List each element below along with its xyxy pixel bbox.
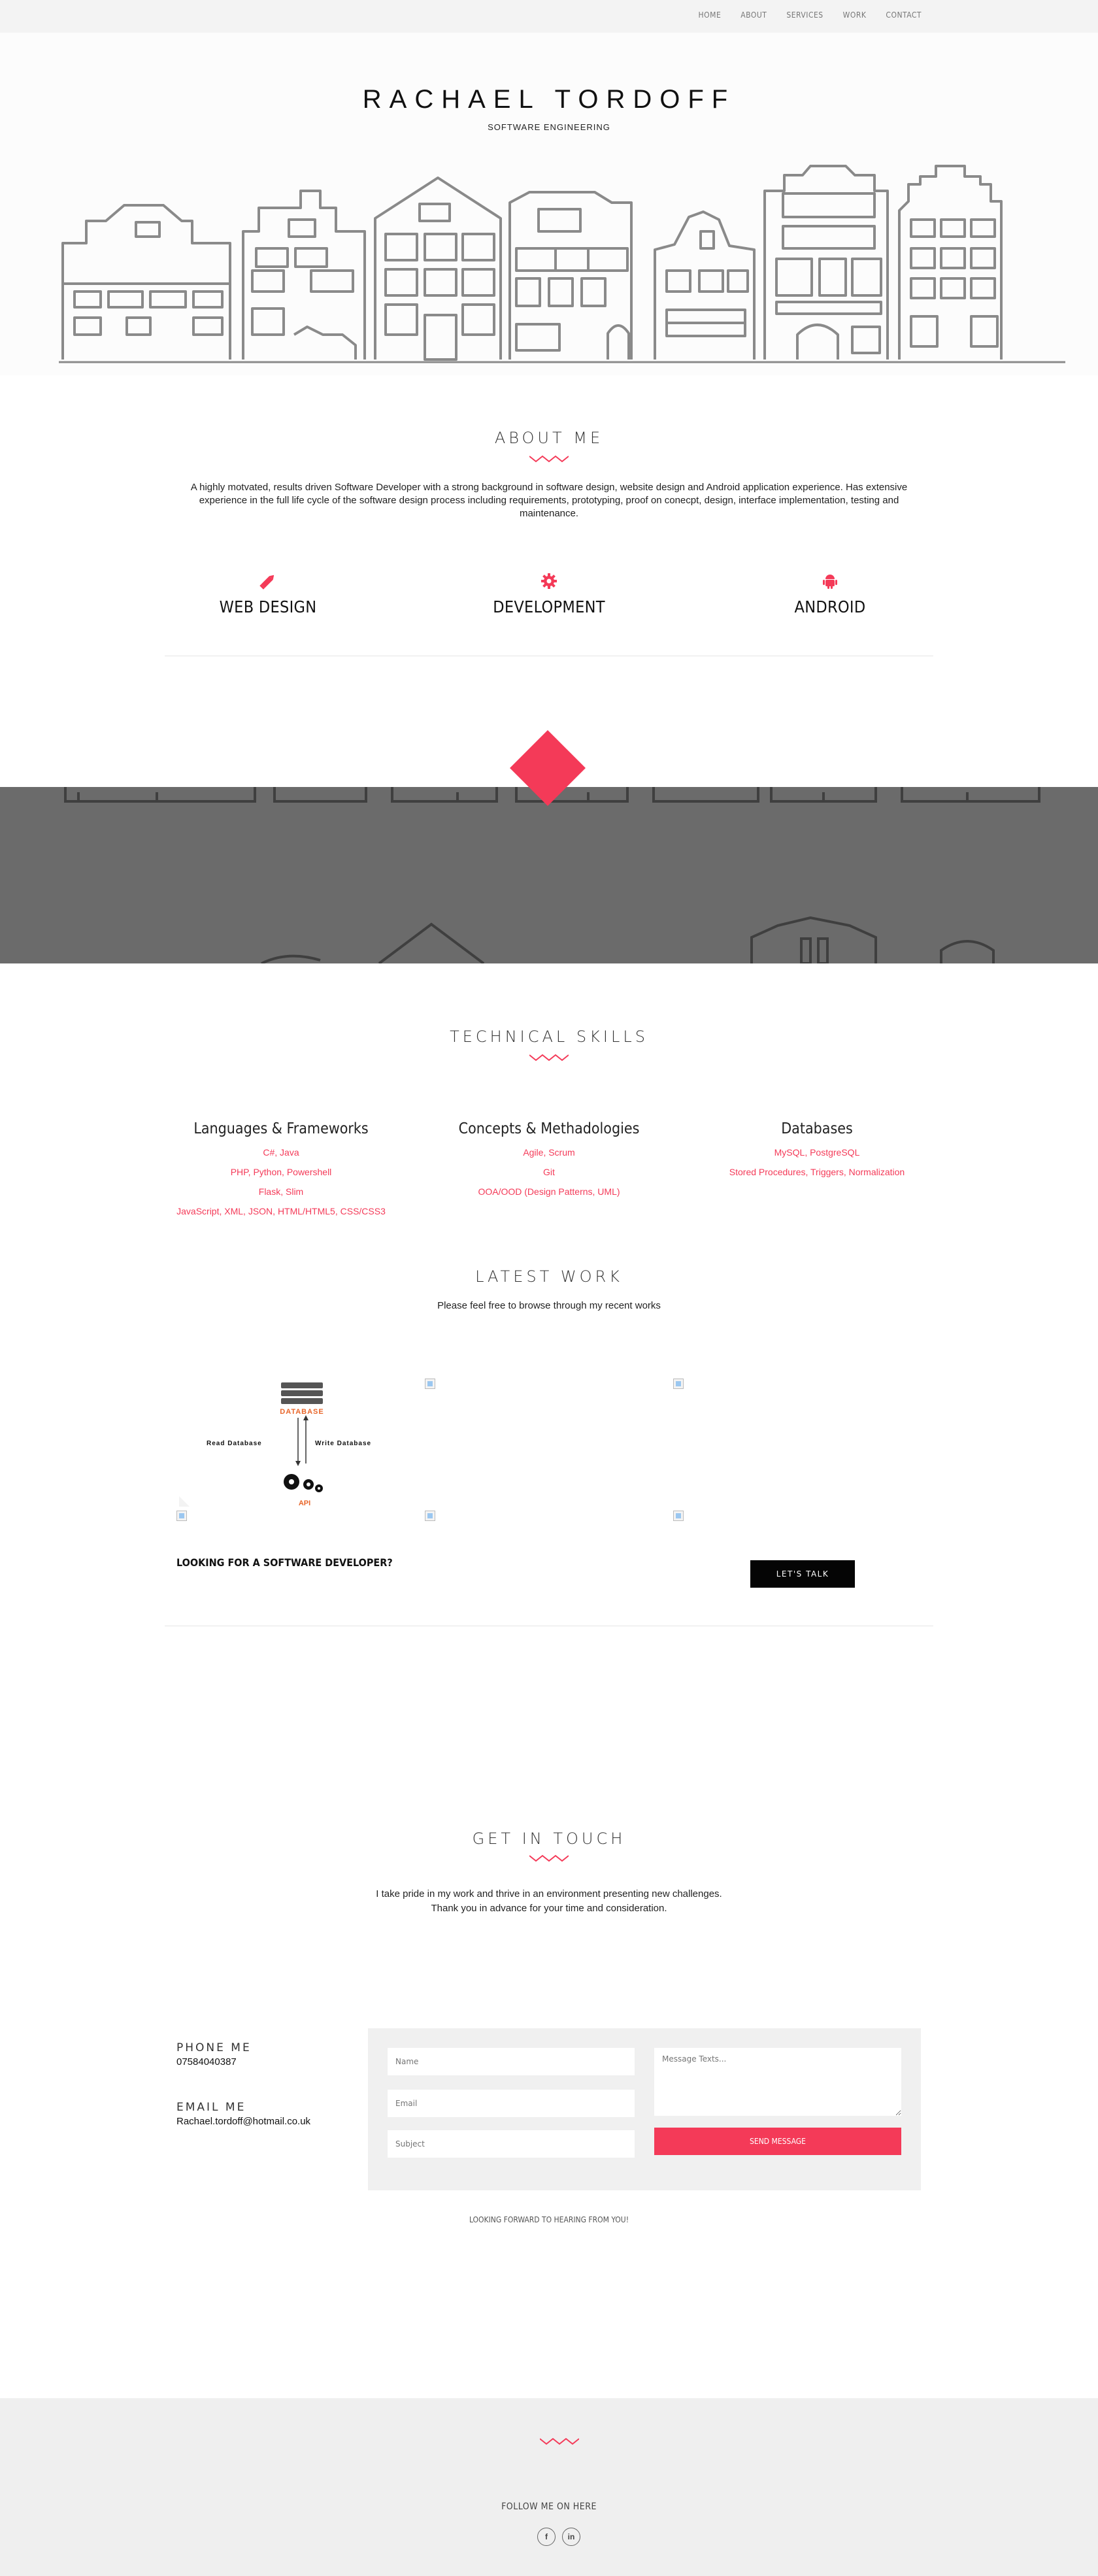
nav-contact[interactable]: CONTACT [886,10,922,20]
portfolio-item-4[interactable] [176,1511,187,1521]
contact-intro-line: Thank you in advance for your time and c… [431,1903,667,1914]
zigzag-divider-icon [540,2437,579,2445]
phone-title: PHONE ME [176,2041,252,2054]
skill-item: Stored Procedures, Triggers, Normalizati… [729,1167,905,1177]
portfolio-item-2[interactable] [425,1379,435,1389]
gear-icon [444,571,654,591]
portfolio-item-6[interactable] [673,1511,684,1521]
parallax-band [0,787,1098,963]
nav-about[interactable]: ABOUT [740,10,767,20]
social-links: f in [537,2528,580,2546]
service-label: ANDROID [794,597,866,616]
skill-col-databases: Databases MySQL, PostgreSQL Stored Proce… [699,1120,935,1221]
contact-heading: GET IN TOUCH [472,1830,626,1848]
linkedin-icon[interactable]: in [562,2528,580,2546]
service-label: WEB DESIGN [219,597,317,616]
contact-section: GET IN TOUCH I take pride in my work and… [0,1830,1098,2398]
email-block: EMAIL ME Rachael.tordoff@hotmail.co.uk [176,2101,310,2127]
skill-item: Git [543,1167,555,1177]
skill-item: JavaScript, XML, JSON, HTML/HTML5, CSS/C… [176,1206,386,1216]
skill-item: MySQL, PostgreSQL [774,1147,860,1158]
service-android: ANDROID [725,571,935,616]
skill-item: OOA/OOD (Design Patterns, UML) [478,1186,620,1197]
phone-number[interactable]: 07584040387 [176,2056,252,2067]
zigzag-divider-icon [529,1854,569,1862]
portfolio-item-3[interactable] [673,1379,684,1389]
nav-work[interactable]: WORK [843,10,867,20]
contact-form: SEND MESSAGE [368,2028,921,2190]
pencil-icon [163,571,373,591]
message-field[interactable] [654,2048,901,2116]
name-field[interactable] [388,2048,635,2075]
about-text: A highly motvated, results driven Softwa… [190,482,908,519]
portfolio-item-5[interactable] [425,1511,435,1521]
zigzag-divider-icon [529,455,569,463]
email-field[interactable] [388,2090,635,2117]
skill-col-title: Concepts & Methadologies [458,1120,640,1137]
skill-col-concepts: Concepts & Methadologies Agile, Scrum Gi… [431,1120,667,1221]
about-heading: ABOUT ME [494,429,604,447]
lets-talk-button[interactable]: LET'S TALK [750,1560,855,1588]
diagram-label-write: Write Database [315,1440,371,1447]
about-section: ABOUT ME A highly motvated, results driv… [0,375,1098,806]
skill-item: C#, Java [263,1147,299,1158]
skill-col-title: Languages & Frameworks [193,1120,369,1137]
skills-section: TECHNICAL SKILLS Languages & Frameworks … [0,963,1098,1267]
looking-forward-text: LOOKING FORWARD TO HEARING FROM YOU! [469,2215,629,2224]
hire-prompt: LOOKING FOR A SOFTWARE DEVELOPER? [176,1556,393,1569]
service-label: DEVELOPMENT [493,597,605,616]
diagram-label-api: API [299,1499,310,1507]
email-title: EMAIL ME [176,2101,246,2114]
skill-item: Flask, Slim [258,1186,304,1197]
facebook-icon[interactable]: f [537,2528,556,2546]
android-icon [725,571,935,591]
skill-item: Agile, Scrum [523,1147,575,1158]
skill-col-languages: Languages & Frameworks C#, Java PHP, Pyt… [163,1120,399,1221]
services-row: WEB DESIGN DEVELOPMENT ANDROID [163,571,935,616]
work-subtitle: Please feel free to browse through my re… [437,1300,661,1311]
site-subtitle: SOFTWARE ENGINEERING [488,122,610,132]
follow-text: FOLLOW ME ON HERE [501,2501,597,2512]
subject-field[interactable] [388,2130,635,2158]
skill-col-title: Databases [781,1120,853,1137]
diagram-label-read: Read Database [207,1440,262,1447]
service-web-design: WEB DESIGN [163,571,373,616]
email-address[interactable]: Rachael.tordoff@hotmail.co.uk [176,2116,310,2127]
footer: FOLLOW ME ON HERE f in [0,2398,1098,2576]
portfolio-item-database-api[interactable]: DATABASE Read Database Write Database AP… [176,1379,420,1511]
site-title: RACHAEL TORDOFF [362,85,736,114]
skills-heading: TECHNICAL SKILLS [450,1028,648,1046]
work-heading: LATEST WORK [475,1267,623,1286]
zigzag-divider-icon [529,1054,569,1062]
nav-home[interactable]: HOME [699,10,722,20]
top-nav: HOME ABOUT SERVICES WORK CONTACT [0,0,1098,33]
contact-intro-line: I take pride in my work and thrive in an… [376,1888,722,1899]
service-development: DEVELOPMENT [444,571,654,616]
hero: RACHAEL TORDOFF SOFTWARE ENGINEERING [0,33,1098,375]
contact-intro: I take pride in my work and thrive in an… [0,1887,1098,1916]
skill-item: PHP, Python, Powershell [230,1167,332,1177]
nav-services[interactable]: SERVICES [786,10,823,20]
diagram-label-database: DATABASE [280,1408,324,1416]
send-message-button[interactable]: SEND MESSAGE [654,2128,901,2155]
houses-illustration [59,165,1065,363]
phone-block: PHONE ME 07584040387 [176,2041,252,2067]
skill-columns: Languages & Frameworks C#, Java PHP, Pyt… [163,1120,935,1221]
work-section: LATEST WORK Please feel free to browse t… [0,1267,1098,1830]
